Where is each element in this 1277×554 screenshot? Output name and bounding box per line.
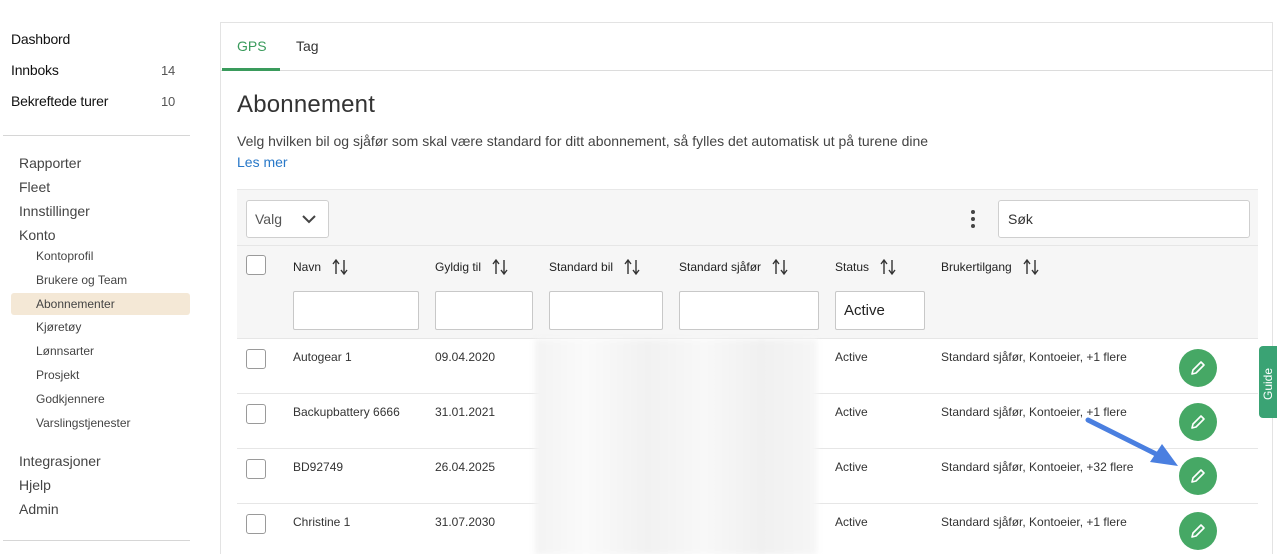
sidebar-item-dashboard[interactable]: Dashbord [11,28,181,50]
table-header-row: Navn Gyldig til Standard bil Standard sj… [237,245,1258,283]
row-valid-until: 26.04.2025 [435,460,496,474]
edit-button[interactable] [1179,349,1217,387]
row-status: Active [835,405,868,419]
sidebar-item-account[interactable]: Konto [19,225,56,245]
bulk-action-label: Valg [255,211,282,227]
sidebar-item-admin[interactable]: Admin [19,499,59,519]
tab-bar: GPS Tag [221,23,1273,71]
sidebar-divider [3,135,190,136]
status-filter-input[interactable] [835,291,925,330]
sidebar-item-confirmed-trips[interactable]: Bekreftede turer 10 [11,90,181,112]
sidebar-subitem-users-teams[interactable]: Brukere og Team [36,270,127,290]
row-name: Autogear 1 [293,350,352,364]
search-input[interactable] [998,200,1250,238]
chevron-down-icon [302,215,316,224]
redacted-area [535,339,817,554]
sidebar-subitem-approvers[interactable]: Godkjennere [36,389,105,409]
row-checkbox[interactable] [246,349,266,369]
name-filter-input[interactable] [293,291,419,330]
sidebar-divider-bottom [3,540,190,541]
row-user-access: Standard sjåfør, Kontoeier, +1 flere [941,515,1127,529]
row-user-access: Standard sjåfør, Kontoeier, +1 flere [941,350,1127,364]
table-toolbar: Valg [237,189,1258,245]
sidebar-item-integrations[interactable]: Integrasjoner [19,451,101,471]
main-card: GPS Tag Abonnement Velg hvilken bil og s… [220,22,1273,554]
select-all-checkbox[interactable] [246,255,266,275]
more-options-icon[interactable] [967,208,979,230]
confirmed-trips-count-badge: 10 [161,93,176,109]
standard-car-filter-input[interactable] [549,291,663,330]
read-more-link[interactable]: Les mer [237,154,288,170]
sort-icon [880,258,896,276]
sidebar-subitem-vehicles[interactable]: Kjøretøy [36,317,81,337]
valid-until-filter-input[interactable] [435,291,533,330]
sidebar-subitem-account-profile[interactable]: Kontoprofil [36,246,93,266]
pencil-icon [1191,524,1205,538]
tab-tag[interactable]: Tag [296,38,319,58]
table-filter-row [237,283,1258,339]
row-name: Backupbattery 6666 [293,405,400,419]
sidebar-item-inbox[interactable]: Innboks 14 [11,59,181,81]
active-tab-indicator [222,68,280,71]
sidebar-item-settings[interactable]: Innstillinger [19,201,90,221]
sidebar-subitem-subscriptions[interactable]: Abonnementer [36,294,115,314]
sidebar-item-label: Bekreftede turer [11,93,109,109]
page-title: Abonnement [237,91,376,118]
row-status: Active [835,460,868,474]
sort-icon [624,258,640,276]
pencil-icon [1191,469,1205,483]
sidebar-subitem-wage-types[interactable]: Lønnsarter [36,341,94,361]
sidebar: Dashbord Innboks 14 Bekreftede turer 10 … [0,0,200,554]
sort-icon [1023,258,1039,276]
standard-driver-filter-input[interactable] [679,291,819,330]
guide-side-tab[interactable]: Guide [1259,346,1277,418]
pencil-icon [1191,361,1205,375]
row-checkbox[interactable] [246,459,266,479]
row-valid-until: 31.07.2030 [435,515,496,529]
sort-icon [492,258,508,276]
inbox-count-badge: 14 [161,62,176,78]
column-header-name[interactable]: Navn [293,258,349,276]
column-header-label: Gyldig til [435,260,482,274]
pencil-icon [1191,415,1205,429]
column-header-label: Brukertilgang [941,260,1012,274]
subscriptions-table: Valg Navn Gyldig til [237,189,1258,554]
bulk-action-select[interactable]: Valg [246,200,329,238]
column-header-status[interactable]: Status [835,258,897,276]
row-checkbox[interactable] [246,514,266,534]
row-checkbox[interactable] [246,404,266,424]
column-header-user-access[interactable]: Brukertilgang [941,258,1040,276]
sidebar-item-fleet[interactable]: Fleet [19,177,50,197]
row-valid-until: 31.01.2021 [435,405,496,419]
edit-button[interactable] [1179,512,1217,550]
sidebar-item-label: Innboks [11,62,59,78]
sidebar-item-help[interactable]: Hjelp [19,475,51,495]
row-name: Christine 1 [293,515,351,529]
sort-icon [332,258,348,276]
page-description: Velg hvilken bil og sjåfør som skal være… [237,133,929,149]
row-name: BD92749 [293,460,344,474]
column-header-label: Navn [293,260,322,274]
tab-gps[interactable]: GPS [237,38,267,58]
row-status: Active [835,515,868,529]
sort-icon [772,258,788,276]
row-status: Active [835,350,868,364]
sidebar-subitem-project[interactable]: Prosjekt [36,365,79,385]
column-header-label: Standard sjåfør [679,260,762,274]
annotation-arrow-icon [1085,417,1178,466]
sidebar-subitem-notification-services[interactable]: Varslingstjenester [36,413,131,433]
column-header-label: Status [835,260,870,274]
column-header-standard-car[interactable]: Standard bil [549,258,641,276]
sidebar-item-reports[interactable]: Rapporter [19,153,81,173]
column-header-valid-until[interactable]: Gyldig til [435,258,509,276]
column-header-standard-driver[interactable]: Standard sjåfør [679,258,789,276]
row-valid-until: 09.04.2020 [435,350,496,364]
guide-tab-label: Guide [1261,367,1275,400]
column-header-label: Standard bil [549,260,614,274]
sidebar-item-label: Dashbord [11,31,71,47]
